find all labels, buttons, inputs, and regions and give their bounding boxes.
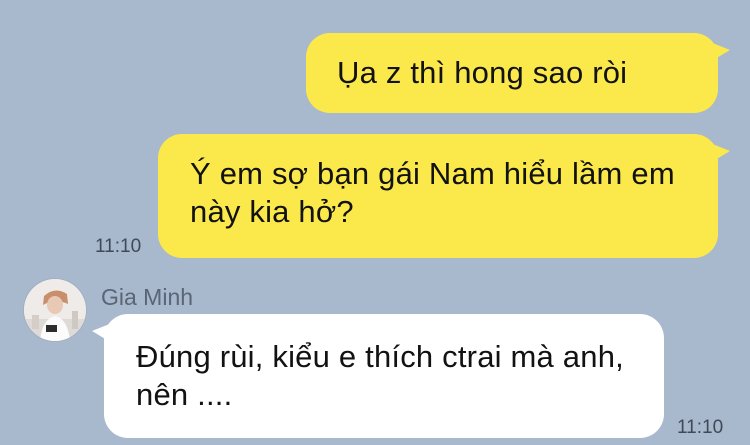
chat-conversation: Ụa z thì hong sao ròi Ý em sợ bạn gái Na… <box>0 0 750 445</box>
incoming-message-bubble[interactable]: Đúng rùi, kiểu e thích ctrai mà anh, nên… <box>92 314 664 438</box>
message-text: Ý em sợ bạn gái Nam hiểu lầm em này kia … <box>190 156 675 229</box>
message-timestamp: 11:10 <box>95 236 142 257</box>
sender-name: Gia Minh <box>101 284 194 310</box>
message-timestamp: 11:10 <box>677 417 724 438</box>
message-text: Ụa z thì hong sao ròi <box>337 55 628 90</box>
outgoing-message-bubble[interactable]: Ụa z thì hong sao ròi <box>306 33 730 113</box>
message-text: Đúng rùi, kiểu e thích ctrai mà anh, nên… <box>136 339 624 412</box>
contact-avatar[interactable] <box>24 279 86 341</box>
avatar-photo-icon <box>24 279 86 341</box>
outgoing-message-bubble[interactable]: Ý em sợ bạn gái Nam hiểu lầm em này kia … <box>158 134 730 258</box>
